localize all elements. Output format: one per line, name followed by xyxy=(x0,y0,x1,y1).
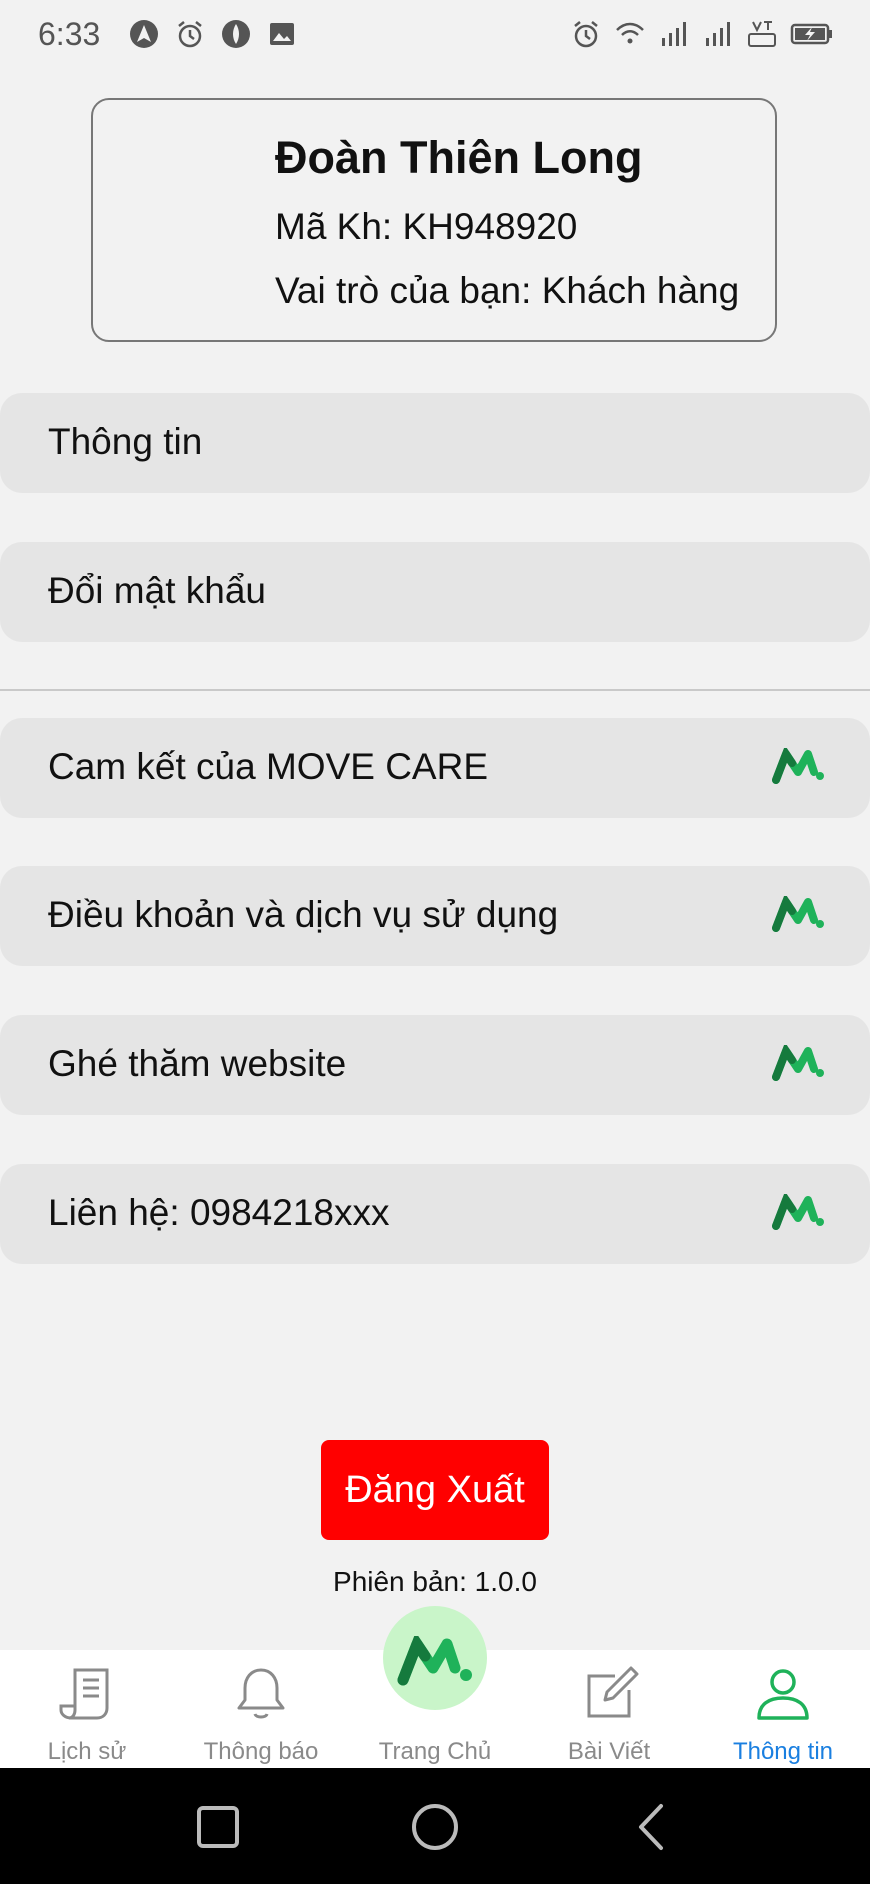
status-bar: 6:33 xyxy=(0,0,870,74)
receipt-icon xyxy=(59,1668,109,1720)
customer-name: Đoàn Thiên Long xyxy=(275,132,643,183)
nav-tab-label: Thông báo xyxy=(203,1738,319,1765)
nav-tab-history[interactable]: Lịch sử xyxy=(0,1650,174,1768)
bell-icon xyxy=(237,1668,285,1719)
customer-code: Mã Kh: KH948920 xyxy=(275,206,578,247)
wifi-icon xyxy=(616,22,644,44)
volte-icon xyxy=(748,21,776,47)
logout-button[interactable]: Đăng Xuất xyxy=(321,1440,549,1540)
movecare-logo-icon xyxy=(772,748,824,784)
menu-item-change-password[interactable]: Đổi mật khẩu xyxy=(0,542,870,642)
movecare-logo-icon xyxy=(772,1045,824,1081)
nav-tab-label: Thông tin xyxy=(732,1738,834,1765)
vpn-icon xyxy=(222,20,250,48)
menu-item-label: Ghé thăm website xyxy=(48,1043,347,1084)
nav-tab-label: Lịch sử xyxy=(47,1738,127,1765)
movecare-logo-icon xyxy=(397,1636,472,1686)
status-time: 6:33 xyxy=(38,16,101,52)
signal-icon xyxy=(706,22,730,46)
movecare-logo-icon xyxy=(772,896,824,932)
navigation-icon xyxy=(130,20,158,48)
nav-tab-label: Bài Viết xyxy=(567,1738,651,1765)
user-icon xyxy=(757,1669,809,1720)
nav-tab-label: Trang Chủ xyxy=(378,1738,492,1765)
customer-role: Vai trò của bạn: Khách hàng xyxy=(275,270,740,311)
menu-item-label: Liên hệ: 0984218xxx xyxy=(48,1192,390,1233)
image-icon xyxy=(270,23,294,45)
menu-item-label: Cam kết của MOVE CARE xyxy=(48,746,489,787)
alarm-icon xyxy=(178,21,202,48)
menu-item-commitment[interactable]: Cam kết của MOVE CARE xyxy=(0,718,870,818)
alarm-icon xyxy=(574,21,598,48)
recent-apps-icon[interactable] xyxy=(183,1792,253,1862)
app-version: Phiên bản: 1.0.0 xyxy=(333,1566,537,1597)
home-system-icon[interactable] xyxy=(400,1792,470,1862)
battery-charging-icon xyxy=(790,23,832,45)
nav-tab-posts[interactable]: Bài Viết xyxy=(522,1650,696,1768)
menu-item-label: Đổi mật khẩu xyxy=(48,570,266,611)
menu-item-label: Điều khoản và dịch vụ sử dụng xyxy=(48,894,559,935)
menu-item-website[interactable]: Ghé thăm website xyxy=(0,1015,870,1115)
back-icon[interactable] xyxy=(617,1792,687,1862)
menu-item-label: Thông tin xyxy=(48,421,203,462)
edit-icon xyxy=(587,1666,639,1718)
menu-item-info[interactable]: Thông tin xyxy=(0,393,870,493)
menu-item-contact[interactable]: Liên hệ: 0984218xxx xyxy=(0,1164,870,1264)
nav-tab-notifications[interactable]: Thông báo xyxy=(174,1650,348,1768)
menu-item-terms[interactable]: Điều khoản và dịch vụ sử dụng xyxy=(0,866,870,966)
signal-icon xyxy=(662,22,686,46)
divider xyxy=(0,689,870,691)
system-nav-bar xyxy=(0,1768,870,1884)
movecare-logo-icon xyxy=(772,1194,824,1230)
nav-tab-info[interactable]: Thông tin xyxy=(696,1650,870,1768)
home-button[interactable] xyxy=(383,1606,487,1710)
profile-card: Đoàn Thiên Long Mã Kh: KH948920 Vai trò … xyxy=(91,98,777,342)
